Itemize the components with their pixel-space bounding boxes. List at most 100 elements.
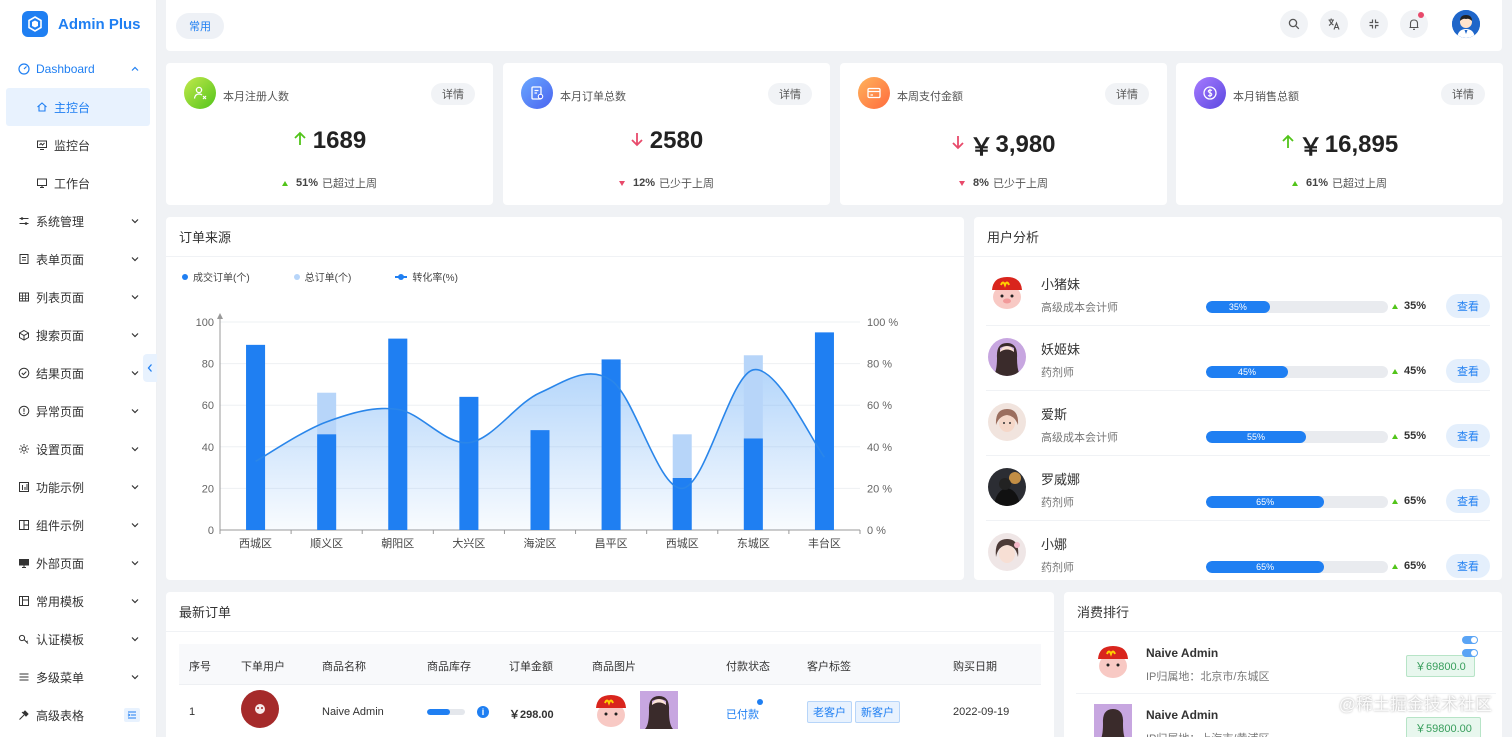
stat-compare-text: 已超过上周 xyxy=(322,178,378,190)
collapse-menu-icon[interactable] xyxy=(124,708,140,722)
user-avatar[interactable] xyxy=(1452,10,1480,38)
bar-closed-orders xyxy=(459,396,479,530)
user-trend-value: 65% xyxy=(1404,495,1427,507)
arrow-down-icon xyxy=(951,134,965,155)
sidebar-item-12[interactable]: 认证模板 xyxy=(0,620,156,658)
sidebar-sub-console[interactable]: 主控台 xyxy=(6,88,150,126)
stat-card: 本月订单总数 详情 2580 12% 已少于上周 xyxy=(503,63,830,205)
sidebar-item-4[interactable]: 搜索页面 xyxy=(0,316,156,354)
x-tick-label: 大兴区 xyxy=(452,536,485,550)
header-tools xyxy=(1268,10,1480,38)
x-tick-label: 海淀区 xyxy=(524,536,557,550)
quick-tag[interactable]: 常用 xyxy=(176,12,224,39)
product-image[interactable] xyxy=(592,691,630,729)
sidebar-item-2[interactable]: 表单页面 xyxy=(0,240,156,278)
sidebar-item-5[interactable]: 结果页面 xyxy=(0,354,156,392)
column-header[interactable]: 购买日期 xyxy=(953,658,997,674)
chevron-down-icon xyxy=(131,447,139,452)
sidebar-item-8[interactable]: 功能示例 xyxy=(0,468,156,506)
chevron-down-icon xyxy=(131,371,139,376)
stat-compare: 12% 已少于上周 xyxy=(503,175,830,191)
table-row[interactable]: 1 Naive Admin i ￥298.00 已付款 老客户 新客户 2022-09-19 xyxy=(179,685,1041,737)
sidebar-item-13[interactable]: 多级菜单 xyxy=(0,658,156,696)
view-button[interactable]: 查看 xyxy=(1446,359,1490,383)
stat-detail-button[interactable]: 详情 xyxy=(1105,83,1149,105)
sidebar-sub-workbench[interactable]: 工作台 xyxy=(0,164,156,202)
stat-currency: ￥ xyxy=(1298,134,1323,161)
sidebar-item-6[interactable]: 异常页面 xyxy=(0,392,156,430)
stat-detail-button[interactable]: 详情 xyxy=(768,83,812,105)
sidebar-item-7[interactable]: 设置页面 xyxy=(0,430,156,468)
stat-value: 16,895 xyxy=(1324,130,1399,158)
column-header[interactable]: 商品名称 xyxy=(322,658,366,674)
y-tick-label: 100 xyxy=(196,317,214,329)
view-button[interactable]: 查看 xyxy=(1446,294,1490,318)
column-header[interactable]: 商品图片 xyxy=(592,658,636,674)
column-header[interactable]: 下单用户 xyxy=(241,658,285,674)
toggle-switch[interactable] xyxy=(1462,636,1478,644)
bar-closed-orders xyxy=(814,332,834,530)
info-icon[interactable]: i xyxy=(477,706,489,718)
stat-compare-text: 已少于上周 xyxy=(992,178,1048,190)
chevron-down-icon xyxy=(131,219,139,224)
fullscreen-button[interactable] xyxy=(1360,10,1388,38)
notification-button[interactable] xyxy=(1400,10,1428,38)
stat-percent: 12% xyxy=(632,177,656,189)
user-trend-value: 45% xyxy=(1404,365,1427,377)
user-progress-bar: 65% xyxy=(1206,561,1388,573)
trend-up-icon xyxy=(1392,433,1398,439)
sidebar-item-1[interactable]: 系统管理 xyxy=(0,202,156,240)
product-image[interactable] xyxy=(640,691,678,729)
sidebar-item-10[interactable]: 外部页面 xyxy=(0,544,156,582)
home-icon xyxy=(36,101,48,113)
stat-detail-button[interactable]: 详情 xyxy=(1441,83,1485,105)
search-button[interactable] xyxy=(1280,10,1308,38)
toggle-switch[interactable] xyxy=(1462,649,1478,657)
view-button[interactable]: 查看 xyxy=(1446,554,1490,578)
logo[interactable]: Admin Plus xyxy=(0,0,156,48)
sidebar-item-label: 系统管理 xyxy=(36,214,85,229)
sidebar-item-9[interactable]: 组件示例 xyxy=(0,506,156,544)
user-analysis-panel: 用户分析 小猪妹 高级成本会计师 35% 35% 查看 妖姬妹 药剂师 45% 45% 查看 爱斯高… xyxy=(974,217,1502,580)
stat-detail-button[interactable]: 详情 xyxy=(431,83,475,105)
sidebar-item-14[interactable]: 高级表格 xyxy=(0,696,156,734)
y-tick-label: 60 xyxy=(202,400,214,412)
menu-icon xyxy=(18,671,30,683)
ranking-name: Naive Admin xyxy=(1146,708,1219,722)
column-header[interactable]: 订单金额 xyxy=(509,658,553,674)
orders-table-header: 序号 下单用户 商品名称 商品库存 订单金额 商品图片 付款状态 客户标签 购买日期 xyxy=(179,644,1041,684)
sidebar-item-3[interactable]: 列表页面 xyxy=(0,278,156,316)
column-header[interactable]: 商品库存 xyxy=(427,658,471,674)
sidebar-item-11[interactable]: 常用模板 xyxy=(0,582,156,620)
sidebar-collapse-button[interactable] xyxy=(143,354,157,382)
stat-percent: 51% xyxy=(295,177,319,189)
view-button[interactable]: 查看 xyxy=(1446,424,1490,448)
component-icon xyxy=(18,519,30,531)
user-progress-bar: 35% xyxy=(1206,301,1388,313)
order-icon xyxy=(521,77,553,109)
sidebar-sub-label: 主控台 xyxy=(54,100,91,115)
chevron-down-icon xyxy=(131,523,139,528)
sidebar-item-label: 常用模板 xyxy=(36,594,85,609)
column-header[interactable]: 客户标签 xyxy=(807,658,851,674)
stat-compare-text: 已超过上周 xyxy=(1332,178,1388,190)
language-button[interactable] xyxy=(1320,10,1348,38)
sidebar-item-label: 外部页面 xyxy=(36,556,85,571)
monitor-icon xyxy=(18,557,30,569)
chevron-up-icon xyxy=(131,66,139,71)
column-header[interactable]: 序号 xyxy=(189,658,211,674)
column-header[interactable]: 付款状态 xyxy=(726,658,770,674)
bar-closed-orders xyxy=(388,338,408,530)
view-button[interactable]: 查看 xyxy=(1446,489,1490,513)
sidebar-sub-monitor[interactable]: 监控台 xyxy=(0,126,156,164)
chevron-down-icon xyxy=(131,333,139,338)
user-progress-fill: 55% xyxy=(1206,431,1307,443)
user-trend: 35% xyxy=(1392,300,1426,312)
user-row: 罗威娜 药剂师 65% 65% 查看 xyxy=(986,456,1490,521)
chevron-down-icon xyxy=(131,485,139,490)
avatar xyxy=(988,338,1026,376)
notification-dot xyxy=(1418,12,1424,18)
stat-card: 本周支付金额 详情 ￥ 3,980 8% 已少于上周 xyxy=(840,63,1167,205)
customer-tag: 新客户 xyxy=(855,701,900,723)
sidebar-item-dashboard[interactable]: Dashboard xyxy=(0,50,156,88)
